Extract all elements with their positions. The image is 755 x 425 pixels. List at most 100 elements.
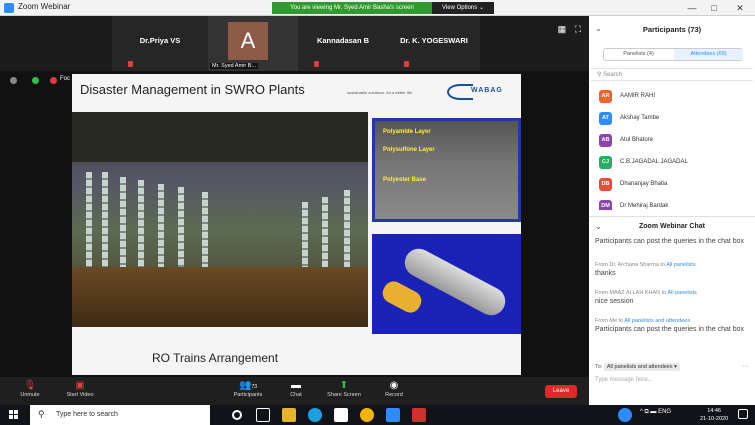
help-icon[interactable] — [618, 408, 632, 422]
participant-name: Dr. K. YOGESWARI — [400, 36, 468, 45]
tab-panelists[interactable]: Panelists (4) — [604, 49, 673, 60]
strip-controls: ▦ ⛶ — [558, 24, 581, 35]
cortana-icon[interactable] — [232, 410, 242, 420]
avatar: DM — [599, 200, 612, 210]
floor — [72, 267, 368, 327]
membrane-rack — [302, 202, 308, 272]
task-view-icon[interactable] — [256, 408, 270, 422]
slide-caption: RO Trains Arrangement — [152, 351, 279, 365]
taskbar-search-input[interactable]: ⚲ Type here to search — [30, 405, 210, 425]
chat-sender-text: From Dr. Archana Sharma to — [595, 262, 667, 268]
clock-date: 21-10-2020 — [700, 416, 729, 422]
acrobat-icon[interactable] — [412, 408, 426, 422]
participant-item[interactable]: AT Akshay Tambe — [599, 112, 749, 126]
presentation-slide: Disaster Management in SWRO Plants susta… — [72, 74, 521, 375]
share-indicator-bar: Foc — [0, 71, 70, 89]
wabag-logo-mark — [447, 84, 473, 100]
layer-label: Polyester Base — [383, 177, 427, 183]
info-icon[interactable] — [10, 77, 17, 84]
leave-button[interactable]: Leave — [545, 385, 577, 398]
slide-tagline: sustainable solutions. for a better life… — [347, 90, 414, 95]
participant-item[interactable]: DB Dhananjay Bhatia — [599, 178, 749, 192]
participant-name: Kannadasan B — [316, 36, 370, 45]
avatar: AT — [599, 112, 612, 125]
video-tile-active[interactable]: A Mr. Syed Amir B... — [208, 16, 298, 71]
chat-message: From Dr. Archana Sharma to All panelists… — [595, 261, 747, 278]
gallery-view-icon[interactable]: ▦ — [558, 24, 567, 34]
participant-name: Dhananjay Bhatia — [620, 181, 668, 187]
participant-name: Dr Mehiraj Bardak — [620, 203, 669, 209]
zoom-taskbar-icon[interactable] — [386, 408, 400, 422]
wabag-logo-text: WABAG — [471, 87, 503, 94]
close-button[interactable]: ✕ — [730, 1, 750, 15]
view-options-button[interactable]: View Options ⌄ — [432, 2, 494, 14]
ro-trains-photo — [72, 112, 368, 327]
video-strip: Dr.Priya VS A Mr. Syed Amir B... Kannada… — [0, 16, 589, 71]
chat-recipient: All panelists — [667, 290, 697, 296]
title-bar: Zoom Webinar You are viewing Mr. Syed Am… — [0, 0, 755, 16]
recipient-dropdown[interactable]: All panelists and attendees ▾ — [603, 363, 680, 371]
avatar: AR — [599, 90, 612, 103]
participant-item[interactable]: AB Atul Bhatore — [599, 134, 749, 148]
chat-message-sender: From Me to All panelists and attendees — [595, 317, 747, 325]
minimize-button[interactable]: — — [682, 1, 702, 15]
maximize-button[interactable]: □ — [704, 1, 724, 15]
video-off-icon: ▣ — [75, 380, 85, 391]
chat-message-input[interactable]: Type message here... — [595, 377, 653, 383]
video-tile[interactable]: Kannadasan B — [298, 16, 388, 71]
start-video-button[interactable]: ▣ Start Video — [60, 379, 100, 398]
windows-start-icon[interactable] — [9, 410, 19, 420]
meeting-control-bar: 🎙 Unmute ▣ Start Video 👥73 Participants … — [0, 377, 589, 405]
file-explorer-icon[interactable] — [282, 408, 296, 422]
system-tray[interactable]: ^ ⧉ ▬ ENG — [640, 409, 671, 416]
ceiling — [72, 112, 368, 162]
more-options-icon[interactable]: ··· — [742, 363, 749, 370]
start-video-label: Start Video — [66, 392, 94, 398]
unmute-button[interactable]: 🎙 Unmute — [10, 379, 50, 398]
participants-count: 73 — [251, 384, 257, 390]
record-button[interactable]: ◉ Record — [374, 379, 414, 398]
chat-recipient: All panelists and attendees — [624, 318, 691, 324]
participant-name: Akshay Tambe — [620, 115, 660, 121]
participant-search-input[interactable]: ⚲ Search — [591, 68, 753, 81]
clock-time: 14:46 — [707, 408, 721, 414]
record-icon: ◉ — [389, 380, 399, 391]
edge-icon[interactable] — [308, 408, 322, 422]
right-panel: ⌄ Participants (73) Panelists (4) Attend… — [589, 16, 755, 405]
taskbar-clock[interactable]: 14:46 21-10-2020 — [700, 407, 728, 423]
participants-label: Participants — [233, 392, 263, 398]
video-tile[interactable]: Dr. K. YOGESWARI — [388, 16, 480, 71]
participant-item[interactable]: AR AAMIR RAHI — [599, 90, 749, 104]
share-screen-icon: ⬆ — [339, 380, 349, 391]
recording-icon[interactable] — [50, 77, 57, 84]
participant-item[interactable]: DM Dr Mehiraj Bardak — [599, 200, 749, 210]
to-label: To: — [595, 364, 603, 370]
membrane-layer-image: Polyamide Layer Polysulfone Layer Polyes… — [372, 118, 521, 222]
chat-sender-text: From Me to — [595, 318, 625, 324]
chat-label: Chat — [290, 392, 302, 398]
store-icon[interactable] — [334, 408, 348, 422]
video-tile[interactable]: Dr.Priya VS — [112, 16, 208, 71]
slide-title: Disaster Management in SWRO Plants — [80, 82, 305, 97]
participant-item[interactable]: CJ C.B.JAGADAL JAGADAL — [599, 156, 749, 170]
chrome-icon[interactable] — [360, 408, 374, 422]
fullscreen-icon[interactable]: ⛶ — [575, 24, 581, 34]
chat-message: From Me to All panelists and attendees P… — [595, 317, 747, 334]
notifications-icon[interactable] — [738, 409, 748, 419]
zoom-app-icon — [4, 3, 14, 13]
avatar: AB — [599, 134, 612, 147]
avatar: A — [228, 22, 268, 60]
muted-mic-icon — [404, 61, 409, 67]
chat-sender-text: From MAAZ ALLAH KHAN to — [595, 290, 668, 296]
participant-name: C.B.JAGADAL JAGADAL — [620, 159, 688, 165]
muted-mic-icon — [314, 61, 319, 67]
chat-message-sender: From MAAZ ALLAH KHAN to All panelists — [595, 289, 747, 297]
window-title: Zoom Webinar — [18, 2, 71, 11]
shared-screen: Foc Disaster Management in SWRO Plants s… — [0, 71, 589, 377]
chat-button[interactable]: ▬ Chat — [276, 379, 316, 398]
shield-icon[interactable] — [32, 77, 39, 84]
participants-button[interactable]: 👥73 Participants — [228, 379, 268, 398]
tab-attendees[interactable]: Attendees (69) — [674, 49, 743, 60]
share-screen-button[interactable]: ⬆ Share Screen — [324, 379, 364, 398]
participants-title: Participants (73) — [642, 25, 702, 34]
